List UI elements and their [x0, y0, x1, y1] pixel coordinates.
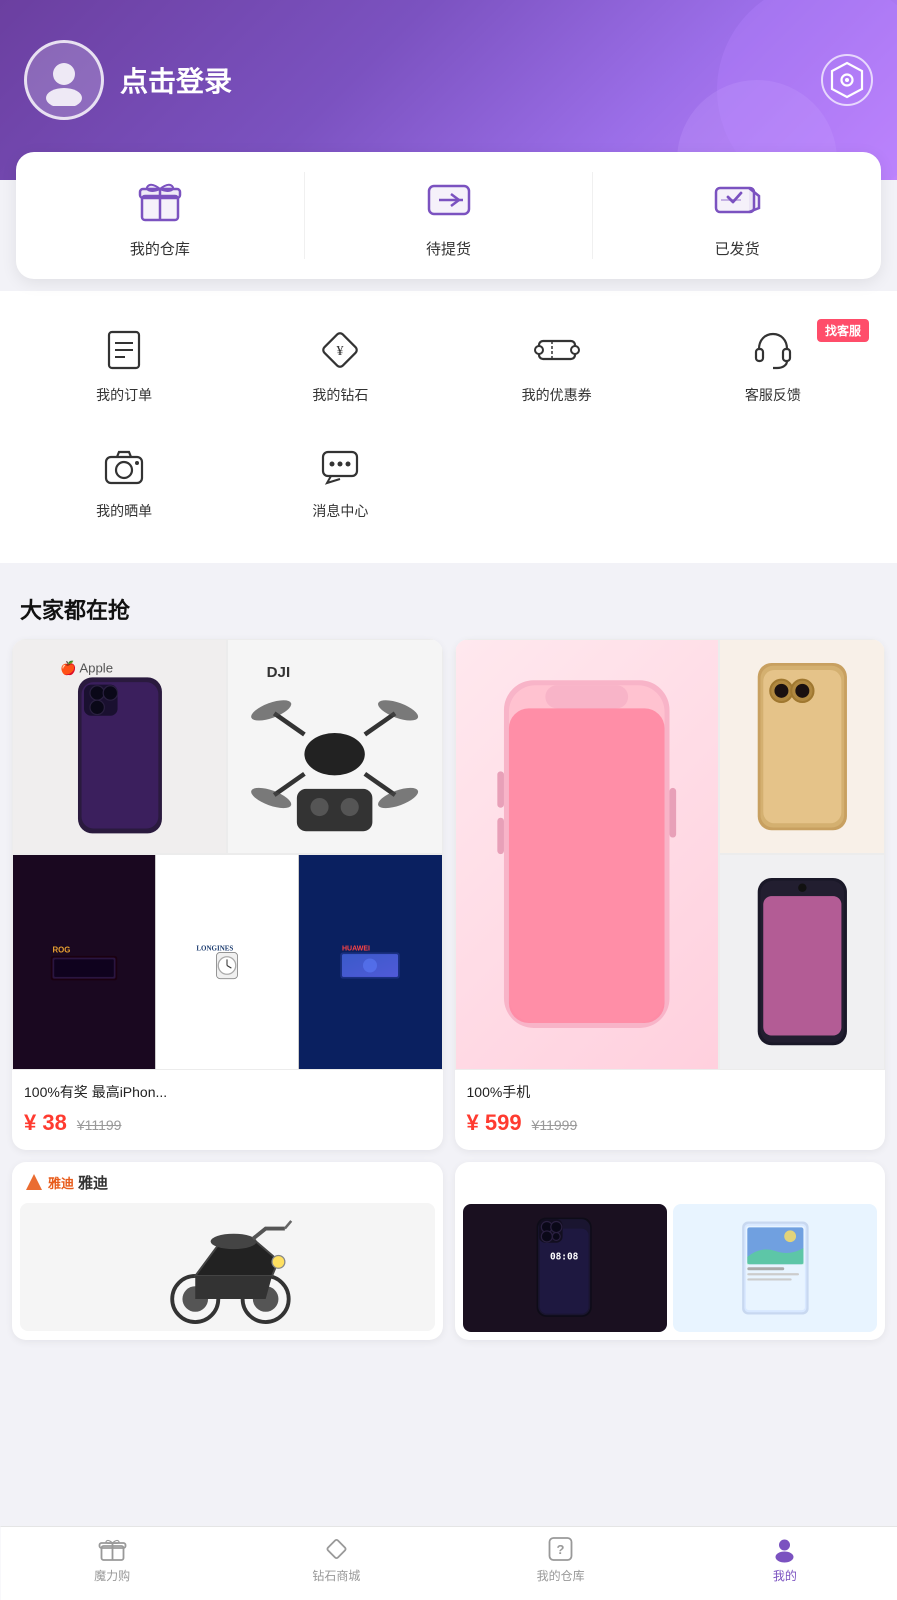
service-badge: 找客服: [817, 319, 869, 342]
nav-diamond-mall-label: 钻石商城: [312, 1567, 360, 1584]
menu-section: 我的订单 ¥ 我的钻石 我的优惠券: [0, 291, 897, 563]
collage-right: [719, 639, 885, 1070]
section-title: 大家都在抢: [0, 573, 897, 639]
phone-brand-images: 08:08: [455, 1200, 886, 1340]
product-title-1: 100%有奖 最高iPhon...: [24, 1082, 431, 1102]
nav-warehouse-label: 我的仓库: [537, 1567, 585, 1584]
tablet-image: [673, 1204, 877, 1332]
qa-pending[interactable]: 待提货: [304, 172, 593, 259]
nav-my-label: 我的: [773, 1567, 797, 1584]
product-info-2: 100%手机 ¥ 599 ¥11999: [455, 1070, 886, 1150]
qa-pending-label: 待提货: [426, 238, 471, 259]
yadea-text: 雅迪: [78, 1172, 108, 1193]
bottom-product-card-1[interactable]: 雅迪 雅迪: [12, 1162, 443, 1340]
pending-pickup-icon: [421, 172, 477, 228]
menu-service-label: 客服反馈: [745, 385, 801, 405]
camera-icon: [99, 441, 149, 491]
product-collage-1: 🍎 Apple: [12, 639, 443, 1070]
menu-row-1: 我的订单 ¥ 我的钻石 我的优惠券: [16, 311, 881, 419]
product-info-1: 100%有奖 最高iPhon... ¥ 38 ¥11199: [12, 1070, 443, 1150]
price-original-1: ¥11199: [77, 1117, 122, 1133]
nav-magic[interactable]: 魔力购: [0, 1535, 224, 1584]
product-title-2: 100%手机: [467, 1082, 874, 1102]
menu-row-2: 我的晒单 消息中心: [16, 427, 881, 535]
menu-diamond[interactable]: ¥ 我的钻石: [232, 311, 448, 419]
product-prices-2: ¥ 599 ¥11999: [467, 1110, 874, 1136]
order-icon: [99, 325, 149, 375]
coupon-icon: [532, 325, 582, 375]
menu-message-label: 消息中心: [312, 501, 368, 521]
nav-my-warehouse[interactable]: ? 我的仓库: [449, 1535, 673, 1584]
qa-warehouse[interactable]: 我的仓库: [16, 172, 304, 259]
menu-diamond-label: 我的钻石: [312, 385, 368, 405]
bottom-nav: 魔力购 钻石商城 ? 我的仓库 我的: [0, 1526, 897, 1600]
nav-magic-label: 魔力购: [94, 1567, 130, 1584]
price-current-2: ¥ 599: [467, 1110, 522, 1136]
nav-diamond-mall[interactable]: 钻石商城: [224, 1535, 448, 1584]
dark-phone-image: 08:08: [463, 1204, 667, 1332]
bottom-product-card-2[interactable]: 08:08: [455, 1162, 886, 1340]
svg-text:ROG: ROG: [53, 945, 71, 954]
product-collage-2: [455, 639, 886, 1070]
product-card-2[interactable]: 100%手机 ¥ 599 ¥11999: [455, 639, 886, 1150]
svg-text:HUAWEI: HUAWEI: [342, 946, 370, 953]
svg-text:?: ?: [557, 1542, 565, 1557]
avatar[interactable]: [24, 40, 104, 120]
shipped-icon: [709, 172, 765, 228]
menu-showcase-label: 我的晒单: [96, 501, 152, 521]
yadea-images: [12, 1199, 443, 1339]
menu-coupon-label: 我的优惠券: [522, 385, 592, 405]
menu-service[interactable]: 找客服 客服反馈: [665, 311, 881, 419]
diamond-icon: ¥: [315, 325, 365, 375]
person-nav-icon: [771, 1535, 799, 1563]
yadea-logo: 雅迪 雅迪: [24, 1172, 108, 1193]
svg-text:08:08: 08:08: [550, 1252, 579, 1263]
menu-message[interactable]: 消息中心: [232, 427, 448, 535]
headset-icon: [748, 325, 798, 375]
yadea-brand-header: 雅迪 雅迪: [12, 1162, 443, 1199]
question-nav-icon: ?: [547, 1535, 575, 1563]
product-grid: 🍎 Apple: [0, 639, 897, 1162]
gift-nav-icon: [98, 1535, 126, 1563]
menu-orders-label: 我的订单: [96, 385, 152, 405]
bottom-product-grid: 雅迪 雅迪: [0, 1162, 897, 1340]
svg-text:¥: ¥: [337, 344, 344, 359]
settings-icon[interactable]: [821, 54, 873, 106]
svg-text:DJI: DJI: [267, 664, 291, 681]
menu-showcase[interactable]: 我的晒单: [16, 427, 232, 535]
price-original-2: ¥11999: [532, 1117, 578, 1133]
phone-brand-header: [455, 1162, 886, 1200]
diamond-nav-icon: [322, 1535, 350, 1563]
nav-my[interactable]: 我的: [673, 1535, 897, 1584]
svg-text:LONGINES: LONGINES: [197, 945, 234, 953]
qa-shipped[interactable]: 已发货: [592, 172, 881, 259]
product-prices-1: ¥ 38 ¥11199: [24, 1110, 431, 1136]
gift-box-icon: [132, 172, 188, 228]
login-button[interactable]: 点击登录: [120, 60, 232, 100]
yadea-scooter-image: [20, 1203, 435, 1331]
quick-actions-card: 我的仓库 待提货 已发货: [16, 152, 881, 279]
menu-orders[interactable]: 我的订单: [16, 311, 232, 419]
price-current-1: ¥ 38: [24, 1110, 67, 1136]
product-card-1[interactable]: 🍎 Apple: [12, 639, 443, 1150]
qa-shipped-label: 已发货: [715, 238, 760, 259]
svg-text:🍎 Apple: 🍎 Apple: [60, 659, 113, 675]
menu-coupon[interactable]: 我的优惠券: [449, 311, 665, 419]
message-icon: [315, 441, 365, 491]
qa-warehouse-label: 我的仓库: [130, 238, 190, 259]
